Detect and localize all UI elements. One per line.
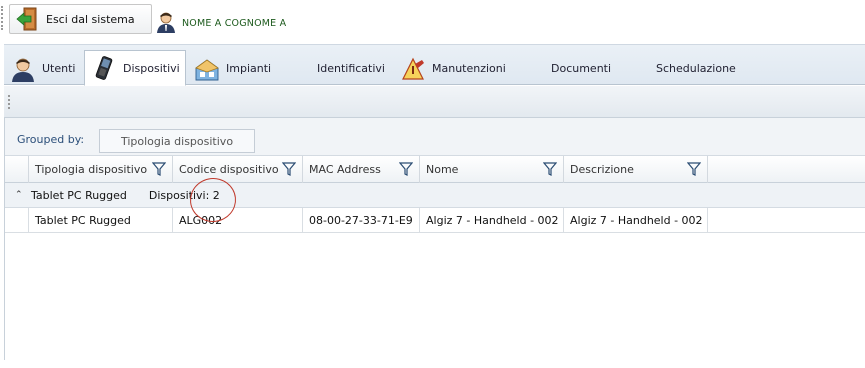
column-header-label: Codice dispositivo xyxy=(179,163,279,176)
grid-toolbar xyxy=(4,86,865,118)
current-user: NOME A COGNOME A xyxy=(156,11,286,36)
building-icon xyxy=(194,56,220,82)
grid-header: Tipologia dispositivo Codice dispositivo… xyxy=(5,156,865,183)
handheld-icon xyxy=(91,55,117,81)
row-indent xyxy=(5,208,29,233)
module-tab-bar: Utenti Dispositivi Impianti Identificati… xyxy=(4,44,865,86)
user-name: NOME A COGNOME A xyxy=(182,18,287,29)
toolbar-grip xyxy=(0,6,4,30)
tab-dispositivi-label: Dispositivi xyxy=(123,61,180,75)
group-name: Tablet PC Rugged xyxy=(31,188,127,202)
exit-button[interactable]: Esci dal sistema xyxy=(9,4,152,34)
tab-impianti-label: Impianti xyxy=(226,62,272,75)
toolbar-grip xyxy=(7,95,11,109)
header-spacer xyxy=(5,156,29,183)
devices-grid: Grouped by: Tipologia dispositivo Tipolo… xyxy=(4,118,865,360)
column-header-codice[interactable]: Codice dispositivo xyxy=(173,156,303,183)
filter-icon[interactable] xyxy=(398,162,414,176)
exit-button-label: Esci dal sistema xyxy=(46,12,135,26)
top-bar: Esci dal sistema NOME A COGNOME A xyxy=(0,0,865,40)
tab-dispositivi[interactable]: Dispositivi xyxy=(84,50,186,86)
tab-schedulazione-label: Schedulazione xyxy=(656,62,736,75)
filter-icon[interactable] xyxy=(281,162,297,176)
column-header-mac[interactable]: MAC Address xyxy=(303,156,420,183)
filter-icon[interactable] xyxy=(151,162,167,176)
tab-identificativi-label: Identificativi xyxy=(317,62,385,75)
grouped-by-label: Grouped by: xyxy=(17,133,85,146)
column-header-label: Nome xyxy=(426,163,459,176)
cell-tipologia: Tablet PC Rugged xyxy=(29,208,173,233)
maintenance-icon xyxy=(400,56,426,82)
tab-manutenzioni[interactable]: Manutenzioni xyxy=(400,51,506,86)
column-header-label: Tipologia dispositivo xyxy=(35,163,148,176)
group-row[interactable]: ⌃ Tablet PC Rugged Dispositivi: 2 xyxy=(5,183,865,208)
user-icon xyxy=(10,56,36,82)
cell-codice: ALG002 xyxy=(173,208,303,233)
column-header-descrizione[interactable]: Descrizione xyxy=(564,156,708,183)
group-count: Dispositivi: 2 xyxy=(148,188,220,202)
tab-manutenzioni-label: Manutenzioni xyxy=(432,62,506,75)
tab-impianti[interactable]: Impianti xyxy=(194,51,271,86)
group-by-panel: Grouped by: Tipologia dispositivo xyxy=(5,118,865,156)
tab-documenti-label: Documenti xyxy=(551,62,612,75)
column-header-tipologia[interactable]: Tipologia dispositivo xyxy=(29,156,173,183)
collapse-chevron-icon[interactable]: ⌃ xyxy=(15,190,25,200)
tab-identificativi[interactable]: Identificativi xyxy=(317,51,385,86)
filter-icon[interactable] xyxy=(686,162,702,176)
column-header-label: MAC Address xyxy=(309,163,381,176)
tab-utenti-label: Utenti xyxy=(42,62,76,75)
tab-schedulazione[interactable]: Schedulazione xyxy=(656,51,736,86)
table-row[interactable]: Tablet PC Rugged ALG002 08-00-27-33-71-E… xyxy=(5,208,865,233)
tab-utenti[interactable]: Utenti xyxy=(10,51,75,86)
filter-icon[interactable] xyxy=(542,162,558,176)
group-by-chip[interactable]: Tipologia dispositivo xyxy=(99,129,255,153)
user-avatar-icon xyxy=(156,11,176,36)
exit-door-icon xyxy=(16,7,42,31)
cell-mac: 08-00-27-33-71-E9 xyxy=(303,208,420,233)
column-header-nome[interactable]: Nome xyxy=(420,156,564,183)
cell-nome: Algiz 7 - Handheld - 002 xyxy=(420,208,564,233)
tab-documenti[interactable]: Documenti xyxy=(551,51,611,86)
column-header-label: Descrizione xyxy=(570,163,634,176)
cell-descrizione: Algiz 7 - Handheld - 002 xyxy=(564,208,708,233)
